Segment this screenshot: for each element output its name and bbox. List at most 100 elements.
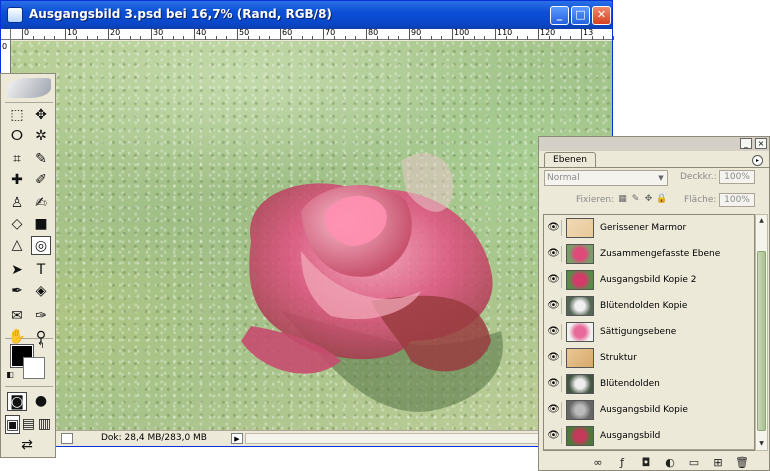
opacity-field[interactable]: 100% <box>719 170 755 184</box>
clone-stamp-tool-icon[interactable]: ♙ <box>7 194 27 213</box>
path-select-tool-icon[interactable]: ➤ <box>7 261 27 280</box>
type-tool-icon[interactable]: T <box>31 261 51 280</box>
eyedropper-tool-icon[interactable]: ✑ <box>31 307 51 326</box>
magic-wand-tool-icon[interactable]: ✲ <box>31 127 51 146</box>
ruler-tick <box>323 29 324 40</box>
photoshop-workspace: Ausgangsbild 3.psd bei 16,7% (Rand, RGB/… <box>0 0 770 471</box>
document-window: Ausgangsbild 3.psd bei 16,7% (Rand, RGB/… <box>0 0 615 447</box>
blend-mode-value: Normal <box>547 173 580 183</box>
brush-tool-icon[interactable]: ✐ <box>31 171 51 190</box>
eye-visibility-icon[interactable]: 👁 <box>546 324 562 340</box>
background-color-swatch[interactable] <box>23 357 45 379</box>
ruler-origin[interactable] <box>1 29 11 40</box>
eye-visibility-icon[interactable]: 👁 <box>546 246 562 262</box>
panel-minimize-button[interactable]: _ <box>740 138 752 149</box>
pen-tool-icon[interactable]: ✒ <box>7 282 27 301</box>
lock-all-icon[interactable]: 🔒 <box>656 194 667 205</box>
jump-to-imageready-icon[interactable]: ⇄ <box>9 436 45 455</box>
crop-tool-icon[interactable]: ⌗ <box>7 150 27 169</box>
layer-row[interactable]: 👁 Blütendolden Kopie <box>544 293 754 320</box>
ruler-tick <box>538 29 539 40</box>
ruler-minor-tick <box>43 36 45 40</box>
document-titlebar[interactable]: Ausgangsbild 3.psd bei 16,7% (Rand, RGB/… <box>1 1 612 29</box>
history-brush-tool-icon[interactable]: ✍ <box>31 194 51 213</box>
maximize-button[interactable]: □ <box>571 6 590 25</box>
ruler-minor-tick <box>86 36 88 40</box>
eye-visibility-icon[interactable]: 👁 <box>546 220 562 236</box>
eye-visibility-icon[interactable]: 👁 <box>546 350 562 366</box>
layer-row[interactable]: 👁 Ausgangsbild Kopie <box>544 397 754 424</box>
toolbox-palette: ↰ ◧ ◙ ● ▣ ▤ ▥ ⇄ ⬚ ✥ ⵔ ✲ ⌗ ✎ ✚ ✐ ♙ ✍ ◇ ■ △ ◎ ➤ T ✒ ◈ ✉ ✑ ✋ ⚲ <box>0 73 56 458</box>
scroll-down-icon[interactable]: ▼ <box>757 439 766 449</box>
layer-row[interactable]: 👁 Struktur <box>544 345 754 372</box>
shape-tool-icon[interactable]: ◈ <box>31 282 51 301</box>
trash-icon[interactable]: 🗑 <box>735 456 749 469</box>
zoom-tool-icon[interactable]: ⚲ <box>31 328 51 347</box>
layer-row[interactable]: 👁 Blütendolden <box>544 371 754 398</box>
screen-mode-standard-icon[interactable]: ▣ <box>5 415 20 434</box>
document-size: Dok: 28,4 MB/283,0 MB <box>101 433 207 443</box>
layers-scrollbar[interactable]: ▲ ▼ <box>755 214 768 451</box>
layer-row[interactable]: 👁 Sättigungsebene <box>544 319 754 346</box>
gradient-tool-icon[interactable]: ■ <box>31 215 51 234</box>
layer-name: Blütendolden <box>600 379 660 389</box>
ruler-minor-tick <box>247 36 249 40</box>
panel-menu-icon[interactable]: ▸ <box>752 155 763 166</box>
healing-brush-tool-icon[interactable]: ✚ <box>7 171 27 190</box>
layer-thumbnail <box>566 322 594 342</box>
ruler-tick <box>65 29 66 40</box>
standard-mode-icon[interactable]: ◙ <box>7 392 27 411</box>
eraser-tool-icon[interactable]: ◇ <box>7 215 27 234</box>
notes-tool-icon[interactable]: ✉ <box>7 307 27 326</box>
eye-visibility-icon[interactable]: 👁 <box>546 272 562 288</box>
scrollbar-thumb[interactable] <box>757 251 766 431</box>
scroll-up-icon[interactable]: ▲ <box>757 216 766 226</box>
blend-mode-select[interactable]: Normal ▼ <box>544 170 668 186</box>
layer-row[interactable]: 👁 Ausgangsbild <box>544 423 754 450</box>
eye-visibility-icon[interactable]: 👁 <box>546 376 562 392</box>
default-colors-icon[interactable]: ◧ <box>5 370 15 380</box>
status-icon[interactable] <box>61 433 73 444</box>
tab-layers[interactable]: Ebenen <box>544 152 596 168</box>
lasso-tool-icon[interactable]: ⵔ <box>7 127 27 146</box>
status-menu-arrow-icon[interactable]: ▶ <box>231 433 243 444</box>
marquee-tool-icon[interactable]: ⬚ <box>7 106 27 125</box>
ruler-minor-tick <box>226 36 228 40</box>
layer-row[interactable]: 👁 Zusammengefasste Ebene <box>544 241 754 268</box>
screen-mode-fullmenu-icon[interactable]: ▤ <box>21 415 36 434</box>
lock-position-icon[interactable]: ✥ <box>643 194 654 205</box>
lock-image-icon[interactable]: ✎ <box>630 194 641 205</box>
layer-row[interactable]: 👁 Gerissener Marmor <box>544 215 754 242</box>
dodge-tool-icon[interactable]: ◎ <box>31 236 51 255</box>
horizontal-ruler[interactable]: 0 10 20 30 40 50 60 70 80 90 100 110 120 13 <box>11 28 615 40</box>
eye-visibility-icon[interactable]: 👁 <box>546 402 562 418</box>
layer-name: Sättigungsebene <box>600 327 677 337</box>
screen-mode-full-icon[interactable]: ▥ <box>37 415 52 434</box>
eye-visibility-icon[interactable]: 👁 <box>546 298 562 314</box>
eye-visibility-icon[interactable]: 👁 <box>546 428 562 444</box>
move-tool-icon[interactable]: ✥ <box>31 106 51 125</box>
slice-tool-icon[interactable]: ✎ <box>31 150 51 169</box>
close-button[interactable]: ✕ <box>592 6 611 25</box>
minimize-button[interactable]: _ <box>550 6 569 25</box>
fill-field[interactable]: 100% <box>719 193 755 207</box>
lock-transparency-icon[interactable]: ▦ <box>617 194 628 205</box>
image-canvas[interactable] <box>11 41 612 430</box>
quickmask-mode-icon[interactable]: ● <box>31 392 51 411</box>
link-layers-icon[interactable]: ∞ <box>591 456 605 469</box>
panel-close-button[interactable]: × <box>755 138 767 149</box>
layer-name: Ausgangsbild <box>600 431 661 441</box>
toolbox-divider <box>5 102 53 103</box>
ruler-label: 0 <box>24 28 30 37</box>
new-group-icon[interactable]: ▭ <box>687 456 701 469</box>
layer-row[interactable]: 👁 Ausgangsbild Kopie 2 <box>544 267 754 294</box>
hand-tool-icon[interactable]: ✋ <box>7 328 27 347</box>
panel-header[interactable]: _ × <box>539 137 769 151</box>
horizontal-scrollbar[interactable] <box>245 433 541 444</box>
layer-style-icon[interactable]: ƒ <box>615 456 629 469</box>
adjustment-layer-icon[interactable]: ◐ <box>663 456 677 469</box>
new-layer-icon[interactable]: ⊞ <box>711 456 725 469</box>
blur-tool-icon[interactable]: △ <box>7 236 27 255</box>
layer-mask-icon[interactable]: ◘ <box>639 456 653 469</box>
ruler-tick <box>280 29 281 40</box>
